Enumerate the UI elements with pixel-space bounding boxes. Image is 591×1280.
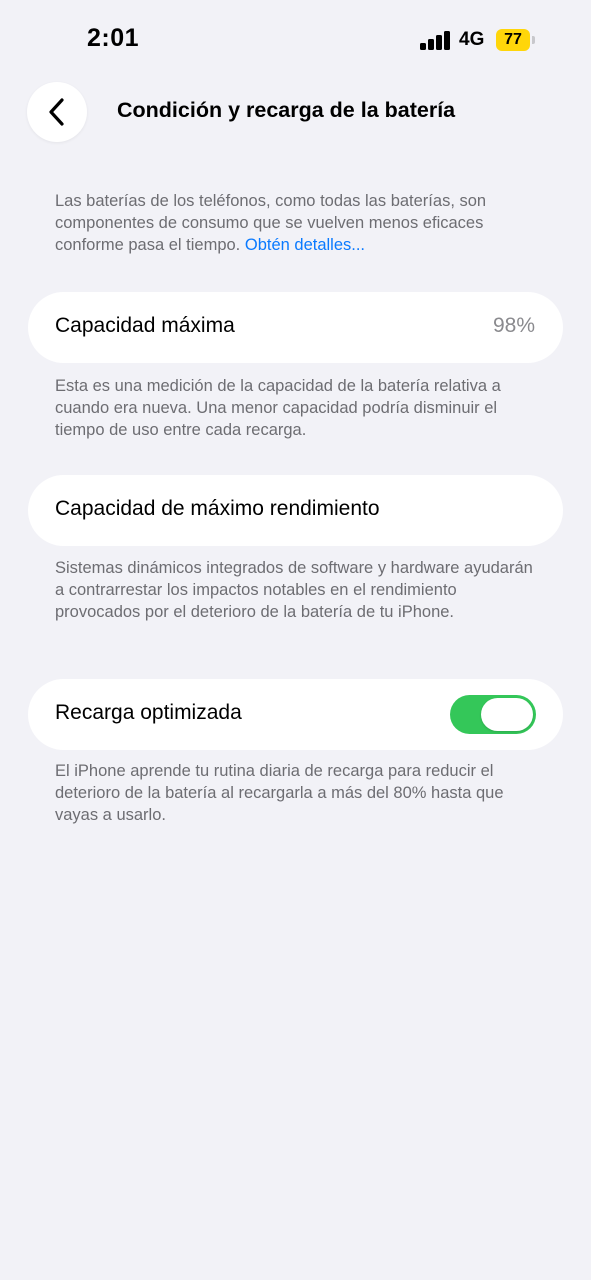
chevron-left-icon — [49, 98, 64, 126]
max-capacity-footer: Esta es una medición de la capacidad de … — [55, 377, 501, 439]
optimized-charging-row: Recarga optimizada — [28, 679, 563, 750]
status-time: 2:01 — [87, 24, 140, 52]
peak-performance-row[interactable]: Capacidad de máximo rendimiento — [28, 475, 563, 546]
cellular-signal-icon — [420, 30, 452, 50]
page-title: Condición y recarga de la batería — [117, 98, 456, 122]
network-type: 4G — [459, 29, 485, 50]
learn-more-link[interactable]: Obtén detalles... — [245, 236, 365, 254]
status-bar: 2:01 4G 77 — [0, 0, 591, 80]
optimized-charging-toggle[interactable] — [450, 695, 536, 734]
peak-performance-footer: Sistemas dinámicos integrados de softwar… — [55, 559, 533, 621]
optimized-charging-label: Recarga optimizada — [55, 701, 242, 724]
intro-text: Las baterías de los teléfonos, como toda… — [55, 190, 535, 256]
back-button[interactable] — [27, 82, 87, 142]
toggle-knob — [481, 698, 533, 731]
max-capacity-label: Capacidad máxima — [55, 314, 235, 337]
optimized-charging-footer: El iPhone aprende tu rutina diaria de re… — [55, 762, 504, 824]
battery-level: 77 — [496, 29, 530, 51]
max-capacity-value: 98% — [492, 314, 535, 337]
max-capacity-row: Capacidad máxima 98% — [28, 292, 563, 363]
peak-performance-label: Capacidad de máximo rendimiento — [55, 497, 380, 520]
battery-icon: 77 — [496, 29, 536, 51]
